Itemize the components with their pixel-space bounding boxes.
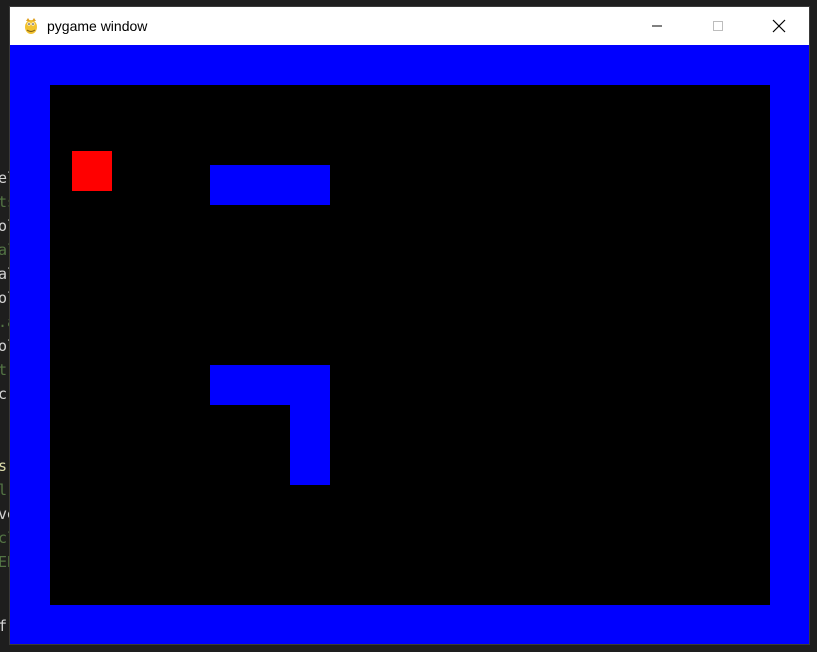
title-bar[interactable]: pygame window [10, 7, 809, 45]
window-title: pygame window [47, 18, 148, 34]
close-button[interactable] [748, 7, 809, 45]
game-surface[interactable] [10, 45, 809, 644]
food-block [72, 151, 112, 191]
code-fragment: t [0, 361, 8, 379]
maximize-icon [712, 21, 723, 31]
pygame-snake-icon [25, 18, 37, 34]
minimize-icon [651, 25, 662, 27]
wall-segment [290, 405, 330, 485]
close-icon [772, 19, 785, 33]
code-fragment: l [0, 481, 8, 499]
wall-segment [210, 365, 330, 405]
maximize-button[interactable] [687, 7, 748, 45]
pygame-window: pygame window [10, 7, 809, 644]
play-area [50, 85, 770, 605]
window-controls [626, 7, 809, 45]
wall-segment [210, 165, 330, 205]
minimize-button[interactable] [626, 7, 687, 45]
code-fragment: f [0, 617, 8, 635]
